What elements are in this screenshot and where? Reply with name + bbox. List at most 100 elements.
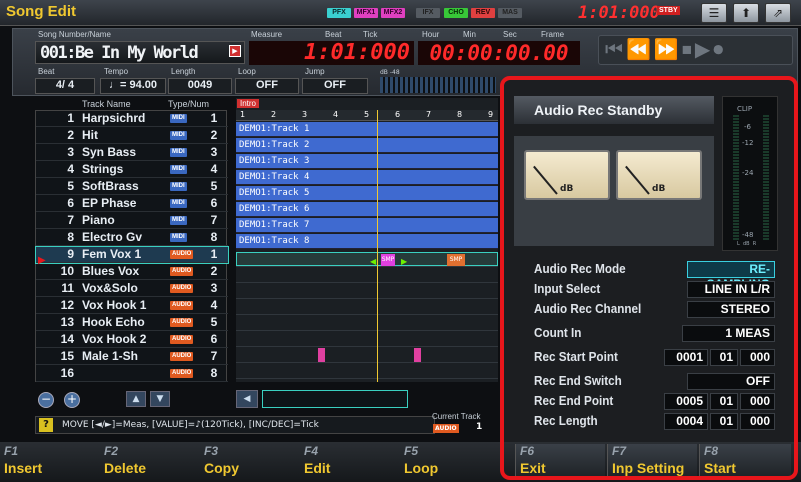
stop-icon[interactable]: ⏹ [682, 37, 695, 61]
transport-icons[interactable]: ⏮⏪⏩⏹▶⏺ [605, 37, 726, 61]
vu-unit-left: dB [560, 184, 574, 194]
tempo-field-label: Tempo [104, 67, 129, 76]
song-select-icon[interactable]: ▶ [229, 45, 241, 57]
rewind-icon[interactable]: ⏪ [626, 37, 654, 61]
scroll-left-button[interactable]: ◀ [236, 390, 258, 408]
zoom-in-button[interactable]: + [64, 392, 80, 408]
playhead[interactable] [377, 110, 378, 382]
track-row[interactable]: 3 Syn Bass MIDI 3 [36, 145, 228, 161]
measure-ruler[interactable]: 1 2 3 4 5 6 7 8 9 [236, 110, 498, 121]
marker-intro[interactable]: Intro [237, 99, 260, 108]
lane-label: DEMO1:Track 3 [239, 156, 310, 166]
rec-end-measure[interactable]: 0005 [664, 393, 708, 410]
midi-track-lane[interactable]: DEMO1:Track 2 [236, 138, 498, 153]
track-row[interactable]: 1 Harpsichrd MIDI 1 [36, 111, 228, 127]
rec-start-measure[interactable]: 0001 [664, 349, 708, 366]
f1-insert-button[interactable]: F1 Insert [0, 444, 98, 480]
f4-edit-button[interactable]: F4 Edit [300, 444, 398, 480]
track-channel: 4 [210, 298, 218, 312]
horizontal-scrollbar[interactable] [262, 390, 408, 408]
tempo-field[interactable]: ♩= 94.00 [100, 78, 166, 94]
fx-indicator-pfx: PFX [327, 8, 351, 18]
rec-end-switch-field[interactable]: OFF [687, 373, 775, 390]
jump-field[interactable]: OFF [302, 78, 368, 94]
midi-track-lane[interactable]: DEMO1:Track 3 [236, 154, 498, 169]
input-select-field[interactable]: LINE IN L/R [687, 281, 775, 298]
rewind-start-icon[interactable]: ⏮ [605, 37, 626, 61]
beat-field[interactable]: 4/ 4 [35, 78, 95, 94]
track-name: Vox&Solo [82, 281, 138, 295]
rec-end-beat[interactable]: 01 [710, 393, 738, 410]
rec-start-tick[interactable]: 000 [740, 349, 775, 366]
export-button[interactable]: ⇗ [765, 3, 791, 23]
track-row[interactable]: 10 Blues Vox AUDIO 2 [36, 264, 228, 280]
track-type-badge: MIDI [170, 216, 187, 225]
track-row[interactable]: 12 Vox Hook 1 AUDIO 4 [36, 298, 228, 314]
rec-length-beat[interactable]: 01 [710, 413, 738, 430]
clip-smp-1[interactable]: SMP [381, 254, 395, 266]
midi-track-lane[interactable]: DEMO1:Track 6 [236, 202, 498, 217]
f2-delete-button[interactable]: F2 Delete [100, 444, 198, 480]
midi-track-lane[interactable]: DEMO1:Track 1 [236, 122, 498, 137]
current-track-label: Current Track [432, 412, 481, 421]
midi-track-lane[interactable]: DEMO1:Track 7 [236, 218, 498, 233]
track-type-badge: AUDIO [170, 284, 194, 293]
track-row[interactable]: 11 Vox&Solo AUDIO 3 [36, 281, 228, 297]
f2-key-label: F2 [104, 444, 119, 458]
hour-label: Hour [422, 30, 440, 39]
track-row[interactable]: 14 Vox Hook 2 AUDIO 6 [36, 332, 228, 348]
fx-indicator-mfx2: MFX2 [381, 8, 405, 18]
audio-clip-small[interactable] [318, 348, 325, 362]
rec-end-tick[interactable]: 000 [740, 393, 775, 410]
drag-left-icon[interactable]: ◀ [370, 257, 376, 266]
track-row[interactable]: 6 EP Phase MIDI 6 [36, 196, 228, 212]
rec-length-measure[interactable]: 0004 [664, 413, 708, 430]
audio-rec-channel-field[interactable]: STEREO [687, 301, 775, 318]
rec-length-tick[interactable]: 000 [740, 413, 775, 430]
track-row[interactable]: 7 Piano MIDI 7 [36, 213, 228, 229]
track-row[interactable]: 4 Strings MIDI 4 [36, 162, 228, 178]
fx-indicator-ifx: IFX [416, 8, 440, 18]
drag-right-icon[interactable]: ▶ [401, 257, 407, 266]
track-row[interactable]: 15 Male 1-Sh AUDIO 7 [36, 349, 228, 365]
play-icon[interactable]: ▶ [695, 37, 713, 61]
track-row[interactable]: 16 AUDIO 8 [36, 366, 228, 382]
length-field[interactable]: 0049 [168, 78, 232, 94]
track-name-header: Track Name [82, 99, 131, 109]
f3-copy-button[interactable]: F3 Copy [200, 444, 298, 480]
audio-lanes[interactable] [236, 251, 498, 382]
f6-exit-button[interactable]: F6 Exit [515, 444, 605, 480]
f7-inp-setting-button[interactable]: F7 Inp Setting [607, 444, 697, 480]
track-row[interactable]: 13 Hook Echo AUDIO 5 [36, 315, 228, 331]
rec-start-beat[interactable]: 01 [710, 349, 738, 366]
audio-rec-mode-field[interactable]: RE-SAMPLING [687, 261, 775, 291]
up-button[interactable]: ⬆ [733, 3, 759, 23]
scroll-up-button[interactable]: ▲ [126, 391, 146, 407]
f8-start-button[interactable]: F8 Start [699, 444, 791, 480]
track-row[interactable]: 2 Hit MIDI 2 [36, 128, 228, 144]
track-type-badge: AUDIO [170, 352, 194, 361]
track-name: Strings [82, 162, 124, 176]
zoom-out-button[interactable]: − [38, 392, 54, 408]
forward-icon[interactable]: ⏩ [654, 37, 682, 61]
help-text: MOVE [◄/►]=Meas, [VALUE]=♪(120Tick), [IN… [62, 420, 319, 430]
lane-label: DEMO1:Track 4 [239, 172, 310, 182]
midi-track-lane[interactable]: DEMO1:Track 8 [236, 234, 498, 249]
timeline[interactable]: 1 2 3 4 5 6 7 8 9 DEMO1:Track 1 DEMO1:Track 2 DEMO1… [236, 98, 498, 382]
loop-field[interactable]: OFF [235, 78, 299, 94]
f5-loop-button[interactable]: F5 Loop [400, 444, 498, 480]
count-in-field[interactable]: 1 MEAS [682, 325, 775, 342]
track-row[interactable]: 5 SoftBrass MIDI 5 [36, 179, 228, 195]
midi-track-lane[interactable]: DEMO1:Track 5 [236, 186, 498, 201]
track-channel: 2 [210, 264, 218, 278]
clip-smp-2[interactable]: SMP [447, 254, 465, 266]
record-icon[interactable]: ⏺ [713, 37, 726, 61]
scroll-down-button[interactable]: ▼ [150, 391, 170, 407]
track-row[interactable]: 9 Fem Vox 1 AUDIO 1 [35, 246, 229, 264]
menu-button[interactable]: ☰ [701, 3, 727, 23]
midi-track-lane[interactable]: DEMO1:Track 4 [236, 170, 498, 185]
audio-clip-small[interactable] [414, 348, 421, 362]
rec-end-switch-label: Rec End Switch [534, 373, 622, 388]
f5-key-label: F5 [404, 444, 419, 458]
track-row[interactable]: 8 Electro Gv MIDI 8 [36, 230, 228, 246]
